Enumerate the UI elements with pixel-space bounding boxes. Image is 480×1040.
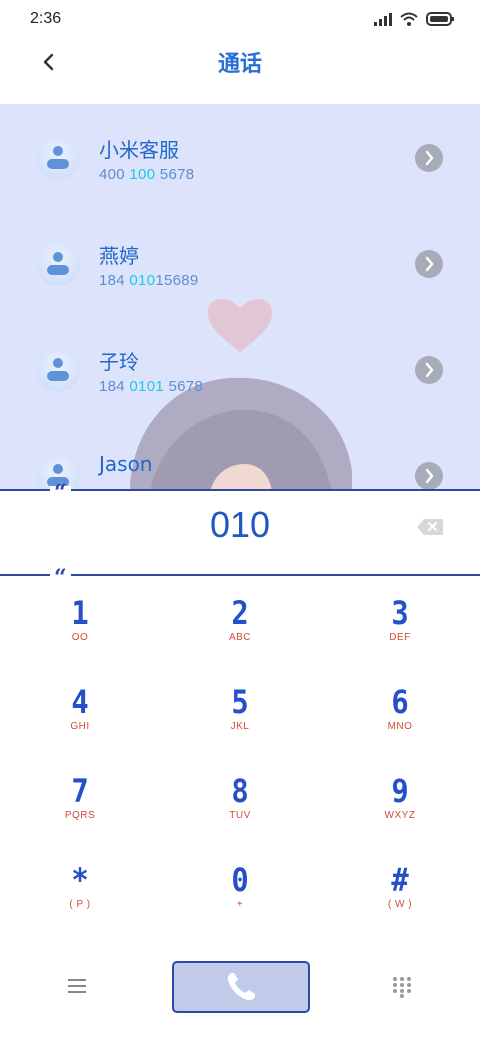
key-2[interactable]: 2 ABC xyxy=(160,596,320,682)
key-5[interactable]: 5 JKL xyxy=(160,685,320,771)
contact-detail-button[interactable] xyxy=(415,250,443,278)
key-8[interactable]: 8 TUV xyxy=(160,774,320,860)
key-4[interactable]: 4 GHI xyxy=(0,685,160,771)
backspace-icon xyxy=(417,519,443,535)
key-hash[interactable]: # ( W ) xyxy=(320,863,480,949)
status-icons xyxy=(374,12,454,26)
battery-icon xyxy=(426,12,454,26)
quote-mark-bottom: “ xyxy=(50,567,71,589)
bottom-divider xyxy=(0,574,480,576)
chevron-right-icon xyxy=(425,256,434,272)
key-star[interactable]: * ( P ) xyxy=(0,863,160,949)
chevron-right-icon xyxy=(425,468,434,484)
contact-name: 子玲 xyxy=(99,350,139,374)
contact-name: 小米客服 xyxy=(99,138,179,162)
avatar xyxy=(36,242,80,286)
contact-detail-button[interactable] xyxy=(415,356,443,384)
contact-name: Jason xyxy=(99,452,153,476)
contact-row[interactable]: 小米客服 400 100 5678 xyxy=(0,104,480,204)
quote-mark-top: “ xyxy=(50,482,71,504)
header: 通话 xyxy=(0,40,480,104)
key-1[interactable]: 1 OO xyxy=(0,596,160,682)
menu-icon xyxy=(68,979,86,993)
contact-name: 燕婷 xyxy=(99,244,139,268)
avatar xyxy=(36,136,80,180)
avatar xyxy=(36,348,80,392)
contact-row[interactable]: 燕婷 184 01015689 xyxy=(0,210,480,310)
contact-number: 184 0101 5678 xyxy=(99,378,204,395)
top-divider xyxy=(0,489,480,491)
key-9[interactable]: 9 WXYZ xyxy=(320,774,480,860)
signal-icon xyxy=(374,12,392,26)
dialpad-icon xyxy=(393,977,411,998)
contact-list[interactable]: 小米客服 400 100 5678 燕婷 184 01015689 子玲 184… xyxy=(0,104,480,490)
menu-button[interactable] xyxy=(66,976,90,996)
status-time: 2:36 xyxy=(30,10,62,27)
chevron-right-icon xyxy=(425,150,434,166)
contact-row[interactable]: 子玲 184 0101 5678 xyxy=(0,316,480,416)
phone-icon xyxy=(227,973,255,1001)
key-3[interactable]: 3 DEF xyxy=(320,596,480,682)
dialpad-toggle-button[interactable] xyxy=(392,976,412,998)
contact-detail-button[interactable] xyxy=(415,144,443,172)
backspace-button[interactable] xyxy=(416,518,444,540)
call-button[interactable] xyxy=(172,961,310,1013)
chevron-right-icon xyxy=(425,362,434,378)
contact-row[interactable]: Jason xyxy=(0,422,480,490)
dial-number-display: 010 xyxy=(209,504,271,545)
key-0[interactable]: 0 + xyxy=(160,863,320,949)
wifi-icon xyxy=(400,12,418,26)
key-7[interactable]: 7 PQRS xyxy=(0,774,160,860)
contact-detail-button[interactable] xyxy=(415,462,443,490)
contact-number: 184 01015689 xyxy=(99,272,199,289)
key-6[interactable]: 6 MNO xyxy=(320,685,480,771)
bottom-bar xyxy=(0,950,480,1030)
status-bar: 2:36 xyxy=(0,0,480,40)
page-title: 通话 xyxy=(217,52,262,77)
contact-number: 400 100 5678 xyxy=(99,166,195,183)
